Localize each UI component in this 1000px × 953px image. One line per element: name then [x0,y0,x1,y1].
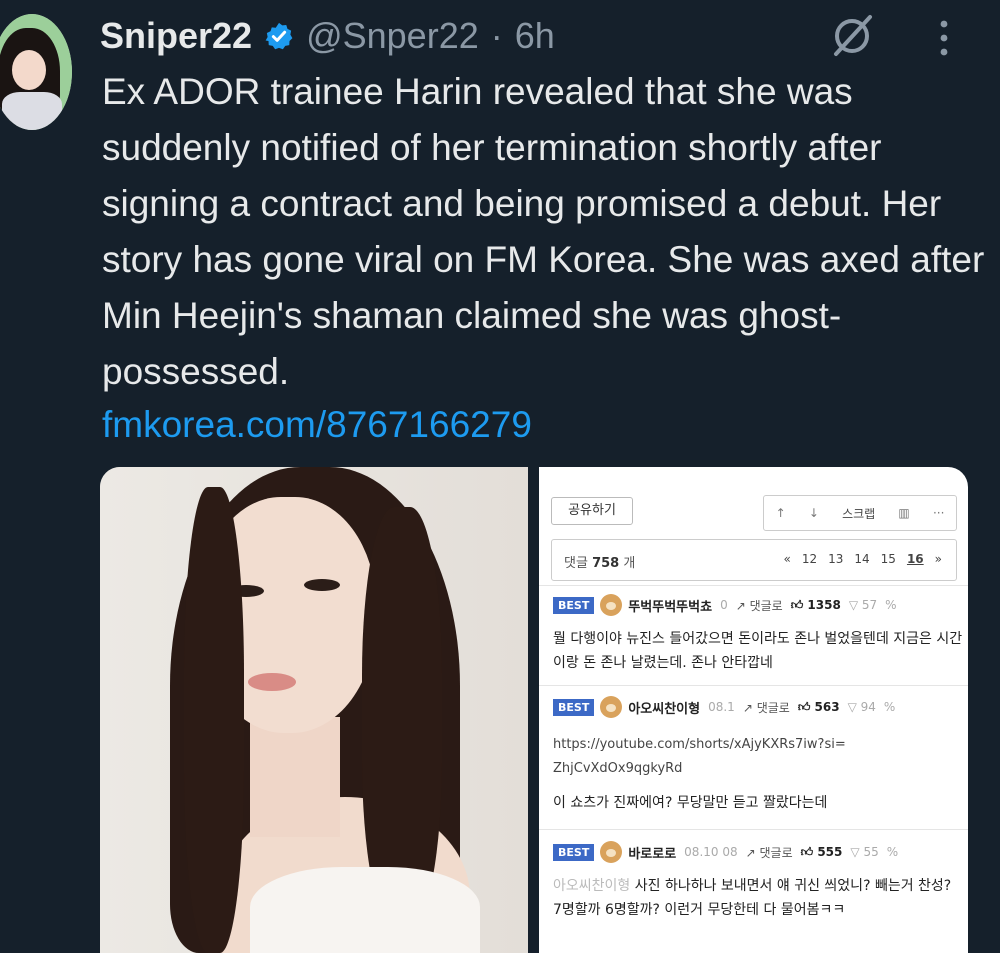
best-badge: BEST [553,596,595,614]
comment-meta: 0 [720,598,728,612]
tweet-text: Ex ADOR trainee Harin revealed that she … [102,71,985,392]
tweet-time[interactable]: 6h [515,15,555,57]
comment-meta: 08.1 [708,700,735,714]
downvote-count: 55 [863,845,879,859]
comment-nick[interactable]: 아오씨찬이형 [628,698,700,717]
pager-next[interactable]: » [935,552,942,566]
comment-body: 이 쇼츠가 진짜에여? 무당말만 듣고 짤랐다는데 [553,795,828,811]
divider [539,829,968,830]
comment-nick[interactable]: 바로로로 [628,843,676,862]
more-icon[interactable]: ··· [933,506,944,520]
divider [539,585,968,586]
share-button[interactable]: 공유하기 [551,497,633,525]
comment-count-value: 758 [592,556,620,571]
verified-badge-icon [265,22,293,50]
tweet-header: Sniper22 @Snper22 · 6h [100,12,555,60]
comment-header: BEST 아오씨찬이형 08.1 ↗ 댓글로 👍︎ 563 ▽ 94 % [553,695,903,719]
pager-current-page[interactable]: 16 [907,552,924,566]
best-badge: BEST [553,843,595,861]
reply-label: 댓글로 [759,845,793,860]
comment-meta: 08.10 08 [684,845,738,859]
comment-count: 댓글 758 개 [564,552,635,571]
downvote-button[interactable]: ▽ 94 [848,700,876,714]
post-toolbar: ↑ ↓ 스크랩 ▥ ··· [763,495,957,531]
comment-header: BEST 뚜벅뚜벅뚜벅쵸 0 ↗ 댓글로 👍︎ 1358 ▽ 57 % [553,593,905,617]
upvote-button[interactable]: 👍︎ 563 [798,700,840,715]
downvote-count: 94 [860,700,876,714]
comment-link[interactable]: https://youtube.com/shorts/xAjyKXRs7iw?s… [553,733,853,781]
reply-button[interactable]: ↗ 댓글로 [746,844,793,861]
comment-body: 뭘 다행이야 뉴진스 들어갔으면 돈이라도 존나 벌었을텐데 지금은 시간이랑 … [553,631,963,671]
comment-bar: 댓글 758 개 « 12 13 14 15 16 » [551,539,957,581]
user-avatar-icon [600,594,623,616]
time-separator: · [490,15,503,56]
divider [539,685,968,686]
photo-blouse [250,867,480,953]
upvote-button[interactable]: 👍︎ 555 [801,845,843,860]
chart-icon[interactable]: ▥ [898,506,909,520]
reply-label: 댓글로 [756,700,790,715]
link-icon[interactable]: % [885,598,896,612]
profile-avatar[interactable] [0,14,72,130]
tweet-link[interactable]: fmkorea.com/8767166279 [102,397,532,453]
pager-page[interactable]: 14 [854,552,869,566]
comment-count-label: 댓글 [564,556,588,571]
comment-mention[interactable]: 아오씨찬이형 [553,878,630,894]
link-icon[interactable]: % [884,700,895,714]
reply-button[interactable]: ↗ 댓글로 [743,699,790,716]
downvote-button[interactable]: ▽ 55 [850,845,878,859]
tweet-media[interactable]: 공유하기 ↑ ↓ 스크랩 ▥ ··· 댓글 758 개 « 12 13 14 1… [100,467,968,953]
photo-lips [248,673,296,691]
best-badge: BEST [553,698,595,716]
reply-button[interactable]: ↗ 댓글로 [736,597,783,614]
avatar-face [12,50,46,90]
reply-label: 댓글로 [749,598,783,613]
pager-page[interactable]: 12 [802,552,817,566]
more-options-icon[interactable] [934,14,954,60]
upvote-count: 563 [814,699,840,714]
media-screenshot[interactable]: 공유하기 ↑ ↓ 스크랩 ▥ ··· 댓글 758 개 « 12 13 14 1… [539,467,968,953]
pager-page[interactable]: 15 [881,552,896,566]
comment-nick[interactable]: 뚜벅뚜벅뚜벅쵸 [628,596,712,615]
photo-hair-front-left [184,487,244,953]
comment-count-unit: 개 [623,556,636,571]
downvote-count: 57 [861,598,878,612]
user-avatar-icon [600,696,623,718]
upvote-count: 1358 [807,597,841,612]
scrap-button[interactable]: 스크랩 [842,505,875,522]
photo-hair-front-right [362,507,442,927]
upvote-button[interactable]: 👍︎ 1358 [791,598,841,613]
avatar-shirt [2,92,62,130]
pager-prev[interactable]: « [783,552,790,566]
downvote-button[interactable]: ▽ 57 [849,598,877,612]
user-avatar-icon [600,841,623,863]
photo-eye-right [304,579,340,591]
upvote-count: 555 [817,844,843,859]
pager-page[interactable]: 13 [828,552,843,566]
comment-pager: « 12 13 14 15 16 » [783,552,942,566]
comment-body: 아오씨찬이형 사진 하나하나 보내면서 얘 귀신 씌었니? 빼는거 찬성? 7명… [553,874,963,922]
link-icon[interactable]: % [887,845,898,859]
photo-neck [250,717,340,837]
arrow-down-icon[interactable]: ↓ [809,506,819,520]
display-name[interactable]: Sniper22 [100,15,252,57]
user-handle[interactable]: @Snper22 [306,15,479,57]
arrow-up-icon[interactable]: ↑ [776,506,786,520]
media-photo[interactable] [100,467,528,953]
grok-slash-icon[interactable] [826,12,878,58]
comment-header: BEST 바로로로 08.10 08 ↗ 댓글로 👍︎ 555 ▽ 55 % [553,840,906,864]
